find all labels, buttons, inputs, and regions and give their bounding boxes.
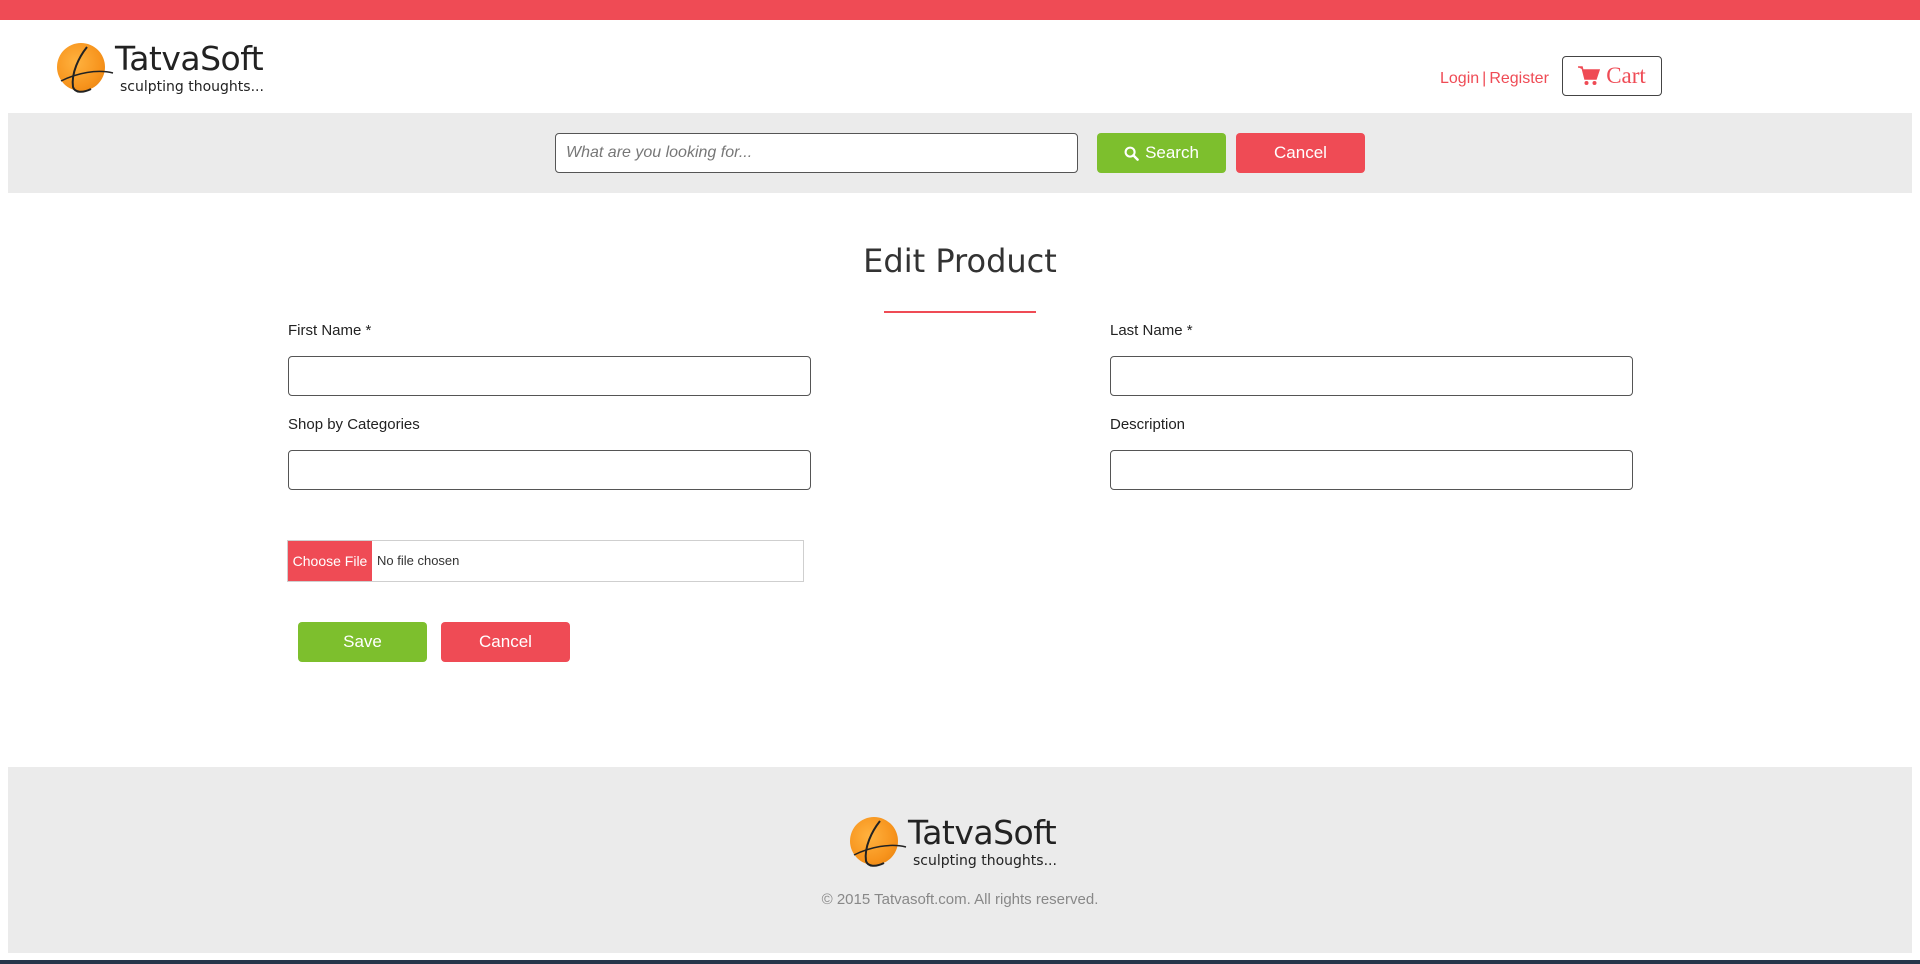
cancel-button-label: Cancel xyxy=(479,632,532,651)
file-status: No file chosen xyxy=(377,553,460,568)
logo-swoosh-icon xyxy=(60,46,114,93)
login-link[interactable]: Login xyxy=(1440,70,1479,87)
first-name-label: First Name * xyxy=(288,322,372,339)
search-icon xyxy=(1124,146,1139,161)
footer-brand-tagline: sculpting thoughts... xyxy=(913,853,1057,869)
auth-links: Login | Register xyxy=(1440,70,1549,88)
auth-separator: | xyxy=(1482,70,1487,87)
search-cancel-button[interactable]: Cancel xyxy=(1236,133,1365,173)
site-header: TatvaSoft sculpting thoughts... Login | Re… xyxy=(0,20,1920,113)
search-cancel-label: Cancel xyxy=(1274,143,1327,162)
bottom-edge xyxy=(0,960,1920,964)
file-upload: Choose File No file chosen xyxy=(287,540,804,582)
first-name-field[interactable] xyxy=(288,356,811,396)
top-accent-bar xyxy=(0,0,1920,20)
footer-logo-swoosh-icon xyxy=(853,820,907,867)
save-button-label: Save xyxy=(343,632,382,651)
brand-name: TatvaSoft xyxy=(115,39,264,78)
register-link[interactable]: Register xyxy=(1489,70,1549,87)
footer-logo[interactable]: TatvaSoft sculpting thoughts... xyxy=(850,813,1090,877)
save-button[interactable]: Save xyxy=(298,622,427,662)
search-button-label: Search xyxy=(1145,143,1199,162)
cancel-button[interactable]: Cancel xyxy=(441,622,570,662)
cart-label: Cart xyxy=(1606,63,1646,88)
categories-field[interactable] xyxy=(288,450,811,490)
search-input[interactable] xyxy=(555,133,1078,173)
footer-brand-name: TatvaSoft xyxy=(908,813,1057,852)
last-name-field[interactable] xyxy=(1110,356,1633,396)
search-button[interactable]: Search xyxy=(1097,133,1226,173)
page-title: Edit Product xyxy=(863,242,1057,280)
copyright-text: © 2015 Tatvasoft.com. All rights reserve… xyxy=(821,891,1099,908)
title-underline xyxy=(884,311,1036,313)
choose-file-button[interactable]: Choose File xyxy=(288,541,372,581)
site-footer: TatvaSoft sculpting thoughts... © 2015 T… xyxy=(8,767,1912,953)
search-bar: Search Cancel xyxy=(8,113,1912,193)
categories-label: Shop by Categories xyxy=(288,416,420,433)
cart-button[interactable]: Cart xyxy=(1562,56,1662,96)
header-logo[interactable]: TatvaSoft sculpting thoughts... xyxy=(57,39,297,103)
shopping-cart-icon xyxy=(1578,66,1601,85)
brand-tagline: sculpting thoughts... xyxy=(120,79,264,95)
description-field[interactable] xyxy=(1110,450,1633,490)
last-name-label: Last Name * xyxy=(1110,322,1193,339)
description-label: Description xyxy=(1110,416,1186,433)
